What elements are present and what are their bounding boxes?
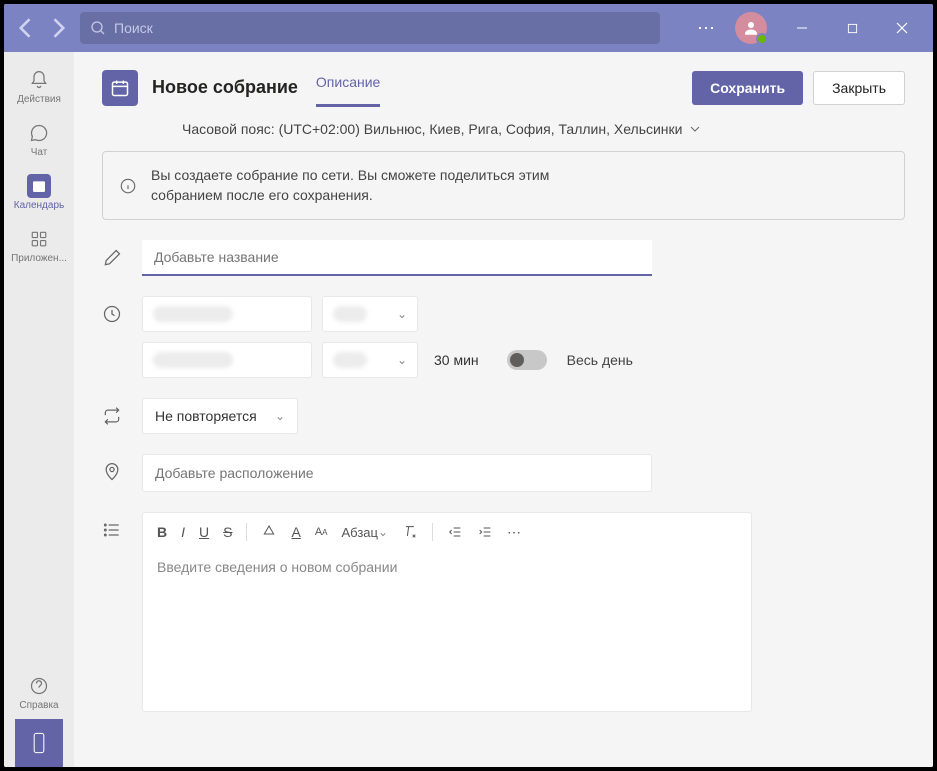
highlight-button[interactable] xyxy=(261,524,277,540)
editor-toolbar: B I U S A AA Абзац ⌄ xyxy=(143,513,751,551)
chevron-down-icon: ⌄ xyxy=(397,307,407,321)
timezone-selector[interactable]: Часовой пояс: (UTC+02:00) Вильнюс, Киев,… xyxy=(74,107,933,151)
sidebar: Действия Чат Календарь Приложен... Справ… xyxy=(4,52,74,767)
bell-icon xyxy=(29,70,49,90)
italic-button[interactable]: I xyxy=(181,524,185,540)
more-format-button[interactable]: ⋯ xyxy=(507,524,521,541)
start-date-input[interactable] xyxy=(142,296,312,332)
all-day-toggle[interactable] xyxy=(507,350,547,370)
location-input[interactable] xyxy=(142,454,652,492)
sidebar-item-calendar[interactable]: Календарь xyxy=(4,166,74,219)
minimize-button[interactable] xyxy=(779,12,825,44)
sidebar-item-help[interactable]: Справка xyxy=(4,666,74,719)
more-button[interactable]: ⋯ xyxy=(689,18,723,39)
device-icon xyxy=(30,732,48,754)
chat-icon xyxy=(29,123,49,143)
maximize-button[interactable] xyxy=(829,12,875,44)
help-icon xyxy=(29,676,49,696)
outdent-button[interactable] xyxy=(447,524,463,540)
rich-text-editor[interactable]: B I U S A AA Абзац ⌄ xyxy=(142,512,752,712)
chevron-down-icon xyxy=(689,123,701,135)
indent-button[interactable] xyxy=(477,524,493,540)
bold-button[interactable]: B xyxy=(157,524,167,540)
calendar-icon xyxy=(31,178,47,194)
timezone-label: Часовой пояс: (UTC+02:00) Вильнюс, Киев,… xyxy=(182,121,683,137)
repeat-icon xyxy=(102,406,122,426)
paragraph-select[interactable]: Абзац ⌄ xyxy=(342,525,389,540)
info-icon xyxy=(119,177,137,195)
page-header: Новое собрание Описание Сохранить Закрыт… xyxy=(74,52,933,107)
close-button[interactable]: Закрыть xyxy=(813,71,905,105)
close-window-button[interactable] xyxy=(879,12,925,44)
sidebar-item-activity[interactable]: Действия xyxy=(4,60,74,113)
font-color-button[interactable]: A xyxy=(291,524,300,540)
sidebar-item-apps[interactable]: Приложен... xyxy=(4,219,74,272)
search-icon xyxy=(90,20,106,36)
tab-description[interactable]: Описание xyxy=(316,68,380,107)
location-icon xyxy=(102,462,122,482)
description-icon xyxy=(102,520,122,540)
search-box[interactable] xyxy=(80,12,660,44)
font-size-button[interactable]: AA xyxy=(315,526,328,538)
search-input[interactable] xyxy=(114,20,650,36)
apps-icon xyxy=(30,230,48,248)
sidebar-item-chat[interactable]: Чат xyxy=(4,113,74,166)
page-title: Новое собрание xyxy=(152,77,298,98)
sidebar-label: Приложен... xyxy=(11,253,67,264)
pencil-icon xyxy=(102,248,122,268)
save-button[interactable]: Сохранить xyxy=(692,71,803,105)
editor-content[interactable]: Введите сведения о новом собрании xyxy=(143,551,751,583)
strike-button[interactable]: S xyxy=(223,524,232,540)
end-date-input[interactable] xyxy=(142,342,312,378)
clock-icon xyxy=(102,304,122,324)
repeat-value: Не повторяется xyxy=(155,408,257,424)
sidebar-label: Справка xyxy=(19,700,58,711)
sidebar-label: Календарь xyxy=(14,200,64,211)
calendar-header-icon xyxy=(102,70,138,106)
info-text: Вы создаете собрание по сети. Вы сможете… xyxy=(151,166,591,205)
underline-button[interactable]: U xyxy=(199,524,209,540)
all-day-label: Весь день xyxy=(567,352,633,368)
start-time-input[interactable]: ⌄ xyxy=(322,296,418,332)
meeting-title-input[interactable] xyxy=(142,240,652,276)
chevron-down-icon: ⌄ xyxy=(397,353,407,367)
presence-indicator xyxy=(756,33,768,45)
titlebar: ⋯ xyxy=(4,4,933,52)
clear-format-button[interactable] xyxy=(402,524,418,540)
sidebar-label: Чат xyxy=(31,147,48,158)
back-button[interactable] xyxy=(12,14,40,42)
info-banner: Вы создаете собрание по сети. Вы сможете… xyxy=(102,151,905,220)
main-panel: Новое собрание Описание Сохранить Закрыт… xyxy=(74,52,933,767)
repeat-select[interactable]: Не повторяется ⌄ xyxy=(142,398,298,434)
chevron-down-icon: ⌄ xyxy=(275,409,285,423)
avatar[interactable] xyxy=(735,12,767,44)
sidebar-label: Действия xyxy=(17,94,61,105)
sidebar-footer-button[interactable] xyxy=(15,719,63,767)
end-time-input[interactable]: ⌄ xyxy=(322,342,418,378)
forward-button[interactable] xyxy=(44,14,72,42)
duration-label: 30 мин xyxy=(434,352,479,368)
